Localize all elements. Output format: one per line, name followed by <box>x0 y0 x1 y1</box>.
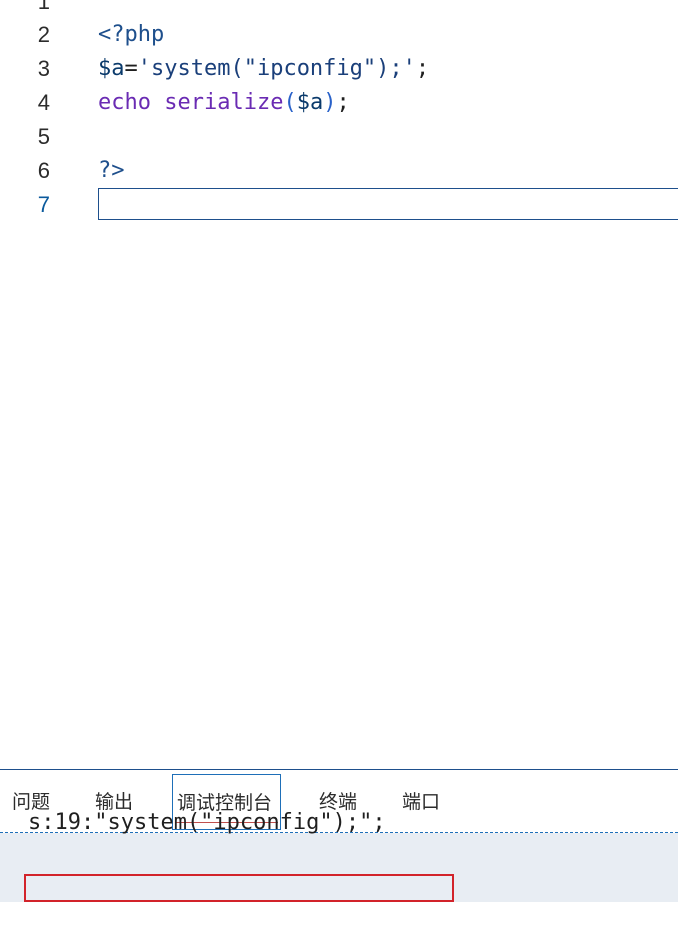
highlight-box <box>24 874 454 902</box>
tab-ports[interactable]: 端口 <box>398 774 444 830</box>
code-line[interactable]: 1 <box>0 0 678 19</box>
code-token: $a <box>296 90 324 115</box>
code-line[interactable]: 6 ?> <box>0 154 678 188</box>
code-token: 'system("ipconfig");' <box>137 56 416 81</box>
code-token: = <box>124 56 138 81</box>
code-editor[interactable]: 1 2 <?php 3 $a='system("ipconfig");'; 4 echo s… <box>0 0 678 769</box>
line-number: 7 <box>37 192 50 217</box>
line-code: $a='system("ipconfig");'; <box>98 52 429 86</box>
line-code: <?php <box>98 18 164 52</box>
code-token: <?php <box>98 22 165 47</box>
code-line[interactable]: 4 echo serialize($a); <box>0 86 678 120</box>
code-token: $a <box>98 56 125 81</box>
line-code: echo serialize($a); <box>98 86 350 120</box>
line-code: ?> <box>98 154 125 188</box>
code-token: ) <box>323 90 337 115</box>
code-token: serialize <box>164 90 284 115</box>
line-number: 4 <box>37 90 50 115</box>
current-line-highlight <box>98 188 678 220</box>
line-number: 6 <box>37 158 50 183</box>
code-line[interactable]: 3 $a='system("ipconfig");'; <box>0 52 678 86</box>
bottom-panel: 问题 输出 调试控制台 终端 端口 s:19:"system("ipconfig… <box>0 769 678 925</box>
console-output-text: s:19:"system("ipconfig");"; <box>28 810 386 835</box>
code-line[interactable]: 7 <box>0 188 678 222</box>
line-number: 2 <box>37 22 50 47</box>
code-token: ; <box>336 90 350 115</box>
code-token: echo <box>98 90 151 115</box>
code-token: ( <box>283 90 297 115</box>
code-token: ; <box>415 56 430 81</box>
code-line[interactable]: 5 <box>0 120 678 154</box>
code-token: ?> <box>98 158 125 183</box>
line-number: 1 <box>37 0 50 14</box>
line-number: 3 <box>37 56 50 81</box>
line-number: 5 <box>37 124 50 149</box>
console-footer <box>0 902 678 925</box>
code-line[interactable]: 2 <?php <box>0 18 678 52</box>
